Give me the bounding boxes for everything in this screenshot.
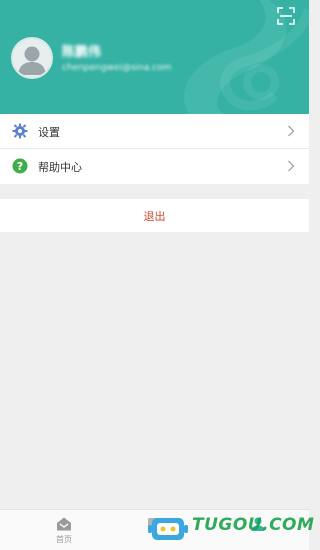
help-icon: ? <box>12 158 28 174</box>
profile-header: 陈鹏伟 chenpengwei@sina.com <box>0 0 309 114</box>
gear-icon <box>12 123 28 139</box>
chevron-right-icon <box>288 160 295 172</box>
menu-item-label: 设置 <box>38 126 60 139</box>
menu-item-settings[interactable]: 设置 <box>0 114 309 149</box>
scan-icon[interactable] <box>277 7 295 25</box>
svg-text:?: ? <box>17 160 23 173</box>
tab-home-label: 首页 <box>56 535 72 544</box>
user-name: 陈鹏伟 <box>62 45 102 60</box>
watermark-text: TUGOU.COM <box>192 515 315 535</box>
robot-logo-icon <box>148 518 188 540</box>
tab-home[interactable]: 首页 <box>0 510 103 550</box>
menu-item-label: 帮助中心 <box>38 161 82 174</box>
logout-label: 退出 <box>143 209 166 223</box>
chevron-right-icon <box>288 125 295 137</box>
avatar[interactable] <box>11 37 53 79</box>
user-avatar-icon <box>18 46 46 75</box>
user-email: chenpengwei@sina.com <box>62 63 172 73</box>
menu-list: 设置 ? 帮助中心 <box>0 114 309 184</box>
logout-button[interactable]: 退出 <box>0 199 309 232</box>
menu-item-help-center[interactable]: ? 帮助中心 <box>0 149 309 184</box>
home-icon <box>57 517 71 531</box>
watermark: TUGOU.COM <box>148 512 314 548</box>
